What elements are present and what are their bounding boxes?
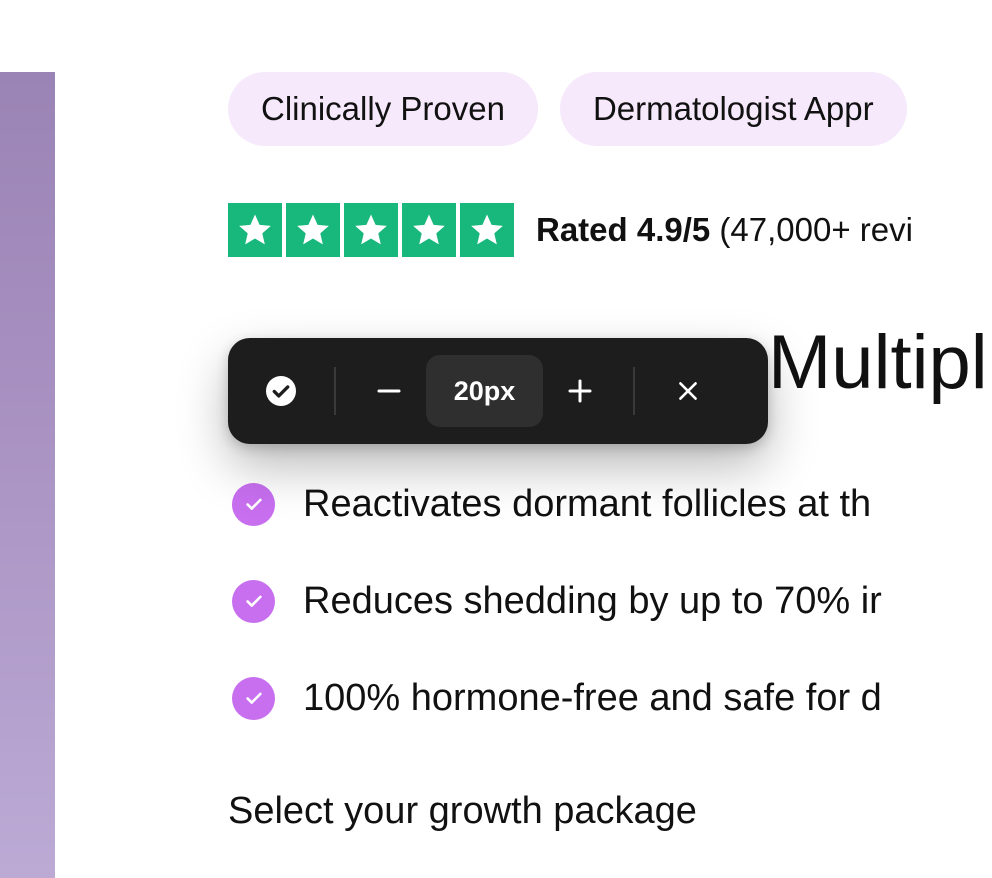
rating-score: Rated 4.9/5	[536, 211, 711, 248]
badge-dermatologist-approved: Dermatologist Appr	[559, 72, 907, 146]
decrease-button[interactable]	[356, 358, 422, 424]
star-icon	[286, 203, 340, 257]
check-icon	[232, 676, 275, 720]
confirm-button[interactable]	[248, 358, 314, 424]
benefit-item: Reduces shedding by up to 70% ir	[232, 575, 882, 627]
toolbar-divider	[334, 367, 336, 415]
plus-icon	[568, 379, 592, 403]
close-button[interactable]	[655, 358, 721, 424]
badge-row: Clinically Proven Dermatologist Appr	[228, 72, 907, 146]
font-size-value[interactable]: 20px	[426, 355, 543, 427]
close-icon	[679, 382, 697, 400]
star-rating	[228, 203, 514, 257]
star-icon	[402, 203, 456, 257]
package-section-title: Select your growth package	[228, 790, 697, 832]
benefit-text: 100% hormone-free and safe for d	[303, 676, 882, 719]
star-icon	[460, 203, 514, 257]
font-size-toolbar: 20px	[228, 338, 768, 444]
rating-reviews: (47,000+ revi	[719, 211, 913, 248]
benefit-text: Reduces shedding by up to 70% ir	[303, 579, 882, 622]
benefit-item: 100% hormone-free and safe for d	[232, 672, 882, 724]
check-icon	[232, 579, 275, 623]
star-icon	[228, 203, 282, 257]
rating-text: Rated 4.9/5 (47,000+ revi	[536, 211, 913, 249]
benefits-list: Reactivates dormant follicles at th Redu…	[232, 478, 882, 769]
product-image	[0, 72, 55, 878]
increase-button[interactable]	[547, 358, 613, 424]
check-circle-icon	[266, 376, 296, 406]
badge-clinically-proven: Clinically Proven	[228, 72, 538, 146]
page: Clinically Proven Dermatologist Appr Rat…	[0, 0, 992, 878]
benefit-item: Reactivates dormant follicles at th	[232, 478, 882, 530]
benefit-text: Reactivates dormant follicles at th	[303, 482, 872, 525]
check-icon	[232, 482, 275, 526]
headline-text: Multipl	[768, 320, 988, 405]
toolbar-divider	[633, 367, 635, 415]
minus-icon	[377, 389, 401, 393]
rating-row: Rated 4.9/5 (47,000+ revi	[228, 203, 913, 257]
star-icon	[344, 203, 398, 257]
